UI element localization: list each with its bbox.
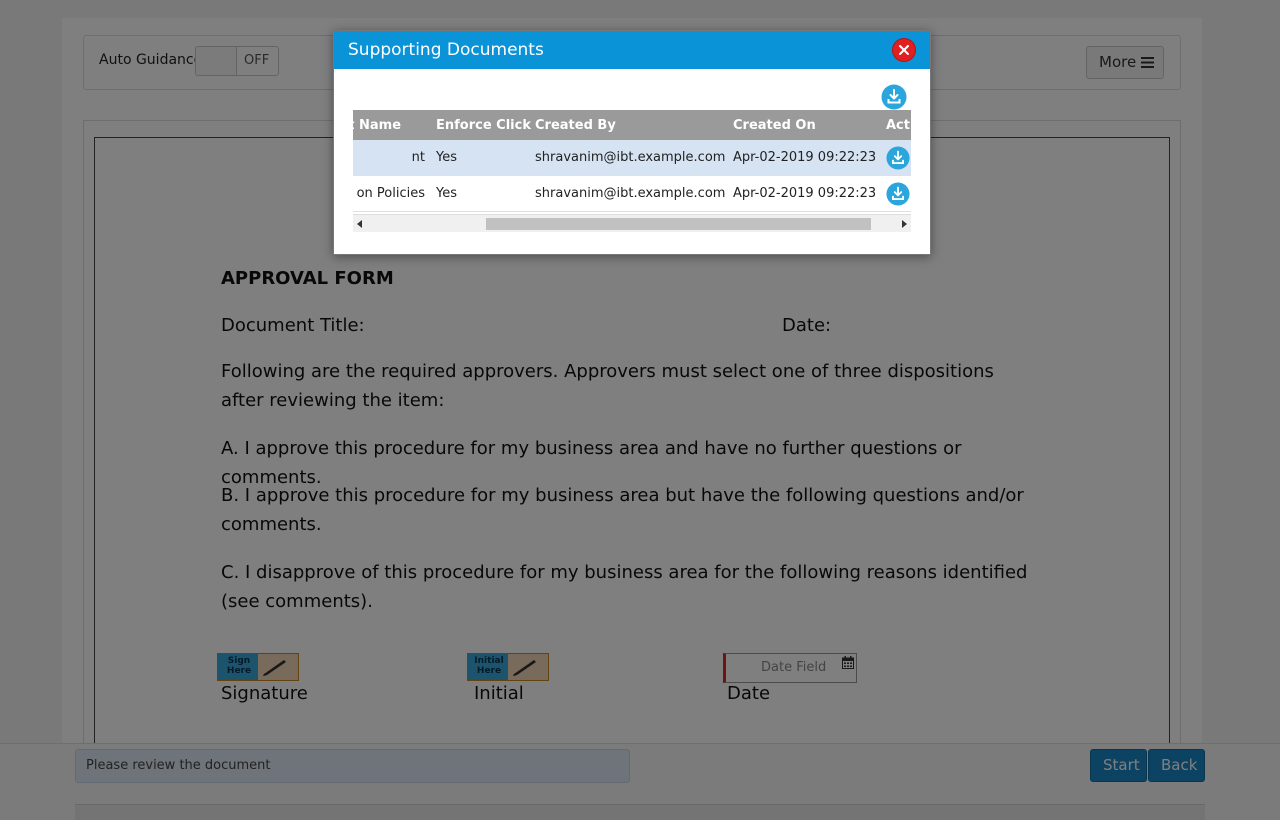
cell-name: nt [411, 150, 425, 165]
cell-created-on: Apr-02-2019 09:22:23 [733, 186, 877, 201]
download-icon[interactable] [886, 145, 910, 170]
scroll-right-arrow-icon[interactable] [902, 220, 907, 228]
cell-created-by: shravanim@ibt.example.com [535, 186, 726, 201]
documents-grid: nt Name Enforce Click Created By Created… [353, 110, 911, 232]
download-all-icon[interactable] [881, 84, 907, 110]
column-header-action[interactable]: Acti [886, 110, 911, 140]
cell-name: on Policies [356, 186, 425, 201]
close-button[interactable] [892, 38, 916, 62]
cell-action [886, 176, 911, 211]
cell-created-on: Apr-02-2019 09:22:23 [733, 150, 877, 165]
close-icon [899, 45, 909, 55]
cell-enforce-click: Yes [436, 186, 457, 201]
column-header-created-by[interactable]: Created By [535, 110, 730, 140]
cell-created-by: shravanim@ibt.example.com [535, 150, 726, 165]
download-icon[interactable] [886, 181, 910, 206]
scroll-left-arrow-icon[interactable] [357, 220, 362, 228]
table-row[interactable]: nt Yes shravanim@ibt.example.com Apr-02-… [353, 140, 911, 176]
column-header-created-on[interactable]: Created On [733, 110, 883, 140]
cell-enforce-click: Yes [436, 150, 457, 165]
cell-action [886, 140, 911, 175]
grid-header: nt Name Enforce Click Created By Created… [353, 110, 911, 140]
table-row[interactable]: on Policies Yes shravanim@ibt.example.co… [353, 176, 911, 212]
column-header-name[interactable]: nt Name [353, 110, 435, 140]
modal-header: Supporting Documents [334, 31, 930, 69]
scroll-thumb[interactable] [486, 218, 871, 230]
column-header-enforce-click[interactable]: Enforce Click [436, 110, 531, 140]
horizontal-scrollbar[interactable] [353, 214, 911, 232]
supporting-documents-modal: Supporting Documents nt Name Enforce Cli… [333, 30, 931, 255]
modal-title: Supporting Documents [348, 40, 544, 60]
